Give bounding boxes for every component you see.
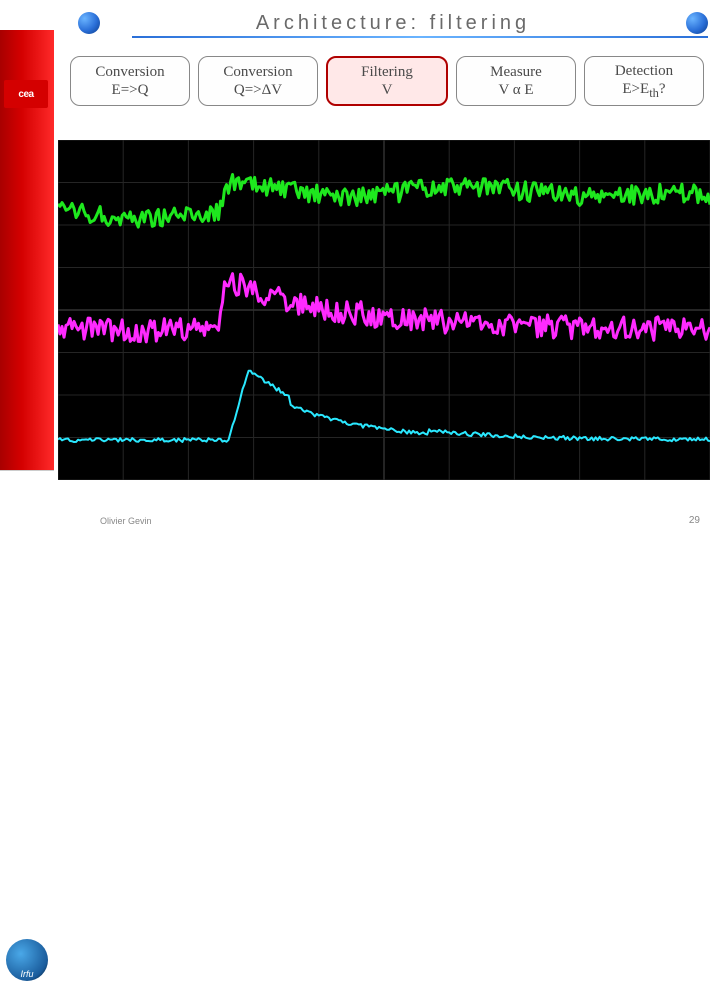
slide-header: Architecture: filtering <box>54 0 720 46</box>
pipeline-steps: ConversionE=>QConversionQ=>ΔVFilteringVM… <box>70 56 704 106</box>
page-title: Architecture: filtering <box>100 12 686 35</box>
step-4: DetectionE>Eth? <box>584 56 704 106</box>
step-3: MeasureV α E <box>456 56 576 106</box>
cea-logo: cea <box>4 80 48 108</box>
bullet-icon <box>78 12 100 34</box>
footer-page: 29 <box>689 515 700 526</box>
step-2: FilteringV <box>326 56 448 106</box>
irfu-logo: Irfu <box>6 939 48 981</box>
sidebar: cea Irfu <box>0 0 54 540</box>
step-0: ConversionE=>Q <box>70 56 190 106</box>
step-1: ConversionQ=>ΔV <box>198 56 318 106</box>
oscilloscope <box>58 140 710 480</box>
bullet-icon <box>686 12 708 34</box>
footer-author: Olivier Gevin <box>100 516 152 526</box>
